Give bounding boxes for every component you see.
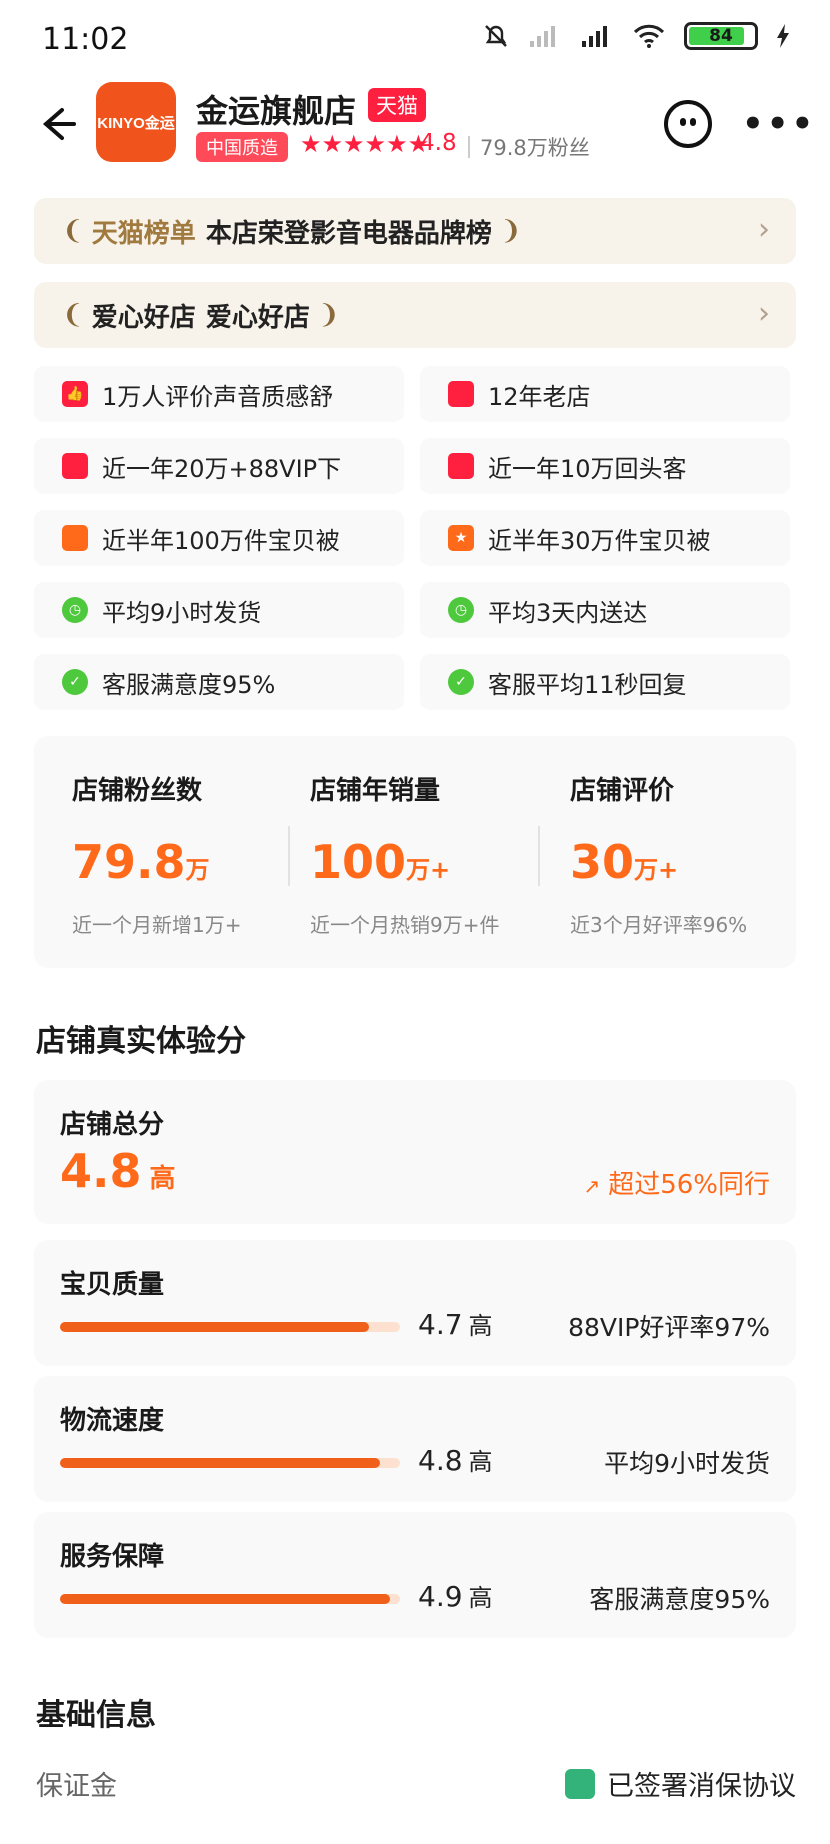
score-bar xyxy=(60,1458,400,1468)
battery-icon: 84 xyxy=(684,22,758,50)
shop-logo[interactable]: KINYO金运 xyxy=(96,82,176,162)
feature-item[interactable]: ✓ 客服平均11秒回复 xyxy=(420,654,790,710)
stat-fans[interactable]: 店铺粉丝数 79.8万 近一个月新增1万+ xyxy=(72,770,241,938)
tmall-ranking-banner[interactable]: ❨ 天猫榜单 本店荣登影音电器品牌榜 ❩ › xyxy=(34,198,796,264)
feature-item[interactable]: 👍 1万人评价声音质感舒 xyxy=(34,366,404,422)
shield-check-icon: ✓ xyxy=(448,669,474,695)
laurel-right-icon: ❩ xyxy=(317,300,340,330)
total-score-card[interactable]: 店铺总分 4.8 高 ↗ 超过56%同行 xyxy=(34,1080,796,1224)
shop-name[interactable]: 金运旗舰店 xyxy=(196,86,356,132)
deposit-row[interactable]: 保证金 已签署消保协议 xyxy=(36,1764,796,1804)
banner-prefix: 天猫榜单 xyxy=(91,218,196,249)
signal-off-icon xyxy=(530,26,555,47)
mute-bell-icon xyxy=(485,25,507,47)
metric-note: 88VIP好评率97% xyxy=(568,1313,770,1342)
feature-item[interactable]: 近半年100万件宝贝被 xyxy=(34,510,404,566)
rating-value: 4.8 xyxy=(420,130,457,156)
star-badge-icon: ★ xyxy=(448,525,474,551)
back-arrow-icon[interactable] xyxy=(32,102,76,146)
metric-score: 4.7 高 xyxy=(418,1308,493,1341)
metric-note: 平均9小时发货 xyxy=(604,1449,770,1478)
status-time: 11:02 xyxy=(42,22,129,57)
feature-item[interactable]: ✓ 客服满意度95% xyxy=(34,654,404,710)
metric-score: 4.8 高 xyxy=(418,1444,493,1477)
shop-header: KINYO金运 金运旗舰店 天猫 中国质造 ★★★★★★ 4.8 79.8万粉丝… xyxy=(0,80,830,190)
metric-score: 4.9 高 xyxy=(418,1580,493,1613)
customer-service-icon[interactable] xyxy=(664,100,712,148)
banner-prefix: 爱心好店 xyxy=(91,302,196,333)
chevron-right-icon: › xyxy=(758,296,770,331)
metric-note: 客服满意度95% xyxy=(589,1585,770,1614)
feature-item[interactable]: ◷ 平均3天内送达 xyxy=(420,582,790,638)
shopping-bag-icon xyxy=(62,453,88,479)
tmall-badge: 天猫 xyxy=(368,88,426,122)
rating-stars: ★★★★★★ xyxy=(300,130,430,158)
stat-value: 79.8万 xyxy=(72,835,210,889)
stat-sales[interactable]: 店铺年销量 100万+ 近一个月热销9万+件 xyxy=(310,770,499,938)
feature-item[interactable]: ◷ 平均9小时发货 xyxy=(34,582,404,638)
metric-service[interactable]: 服务保障 4.9 高 客服满意度95% xyxy=(34,1512,796,1638)
shop-stats-card: 店铺粉丝数 79.8万 近一个月新增1万+ 店铺年销量 100万+ 近一个月热销… xyxy=(34,736,796,968)
laurel-left-icon: ❨ xyxy=(62,300,84,330)
total-score-value: 4.8 高 xyxy=(60,1144,176,1198)
returning-user-icon xyxy=(448,453,474,479)
metric-quality[interactable]: 宝贝质量 4.7 高 88VIP好评率97% xyxy=(34,1240,796,1366)
charity-shop-banner[interactable]: ❨ 爱心好店 爱心好店 ❩ › xyxy=(34,282,796,348)
score-bar xyxy=(60,1594,400,1604)
banner-text: 本店荣登影音电器品牌榜 xyxy=(205,218,492,249)
more-icon[interactable]: ••• xyxy=(742,104,816,144)
shield-check-icon: ✓ xyxy=(62,669,88,695)
trend-up-icon: ↗ xyxy=(583,1174,601,1198)
clock-icon: ◷ xyxy=(62,597,88,623)
thumb-up-icon: 👍 xyxy=(62,381,88,407)
header-divider xyxy=(468,136,470,158)
clock-icon: ◷ xyxy=(448,597,474,623)
status-icons: 84 xyxy=(482,22,790,50)
feature-item[interactable]: ★ 近半年30万件宝贝被 xyxy=(420,510,790,566)
experience-title: 店铺真实体验分 xyxy=(36,1024,246,1059)
laurel-right-icon: ❩ xyxy=(499,216,522,246)
fans-count: 79.8万粉丝 xyxy=(480,136,590,160)
metric-logistics[interactable]: 物流速度 4.8 高 平均9小时发货 xyxy=(34,1376,796,1502)
status-bar: 11:02 84 xyxy=(0,0,830,80)
chevron-right-icon: › xyxy=(758,212,770,247)
feature-item[interactable]: 近一年10万回头客 xyxy=(420,438,790,494)
stat-divider xyxy=(288,826,290,886)
score-bar xyxy=(60,1322,400,1332)
stat-value: 30万+ xyxy=(570,835,679,889)
cart-icon xyxy=(62,525,88,551)
stat-reviews[interactable]: 店铺评价 30万+ 近3个月好评率96% xyxy=(570,770,747,938)
laurel-left-icon: ❨ xyxy=(62,216,84,246)
deposit-label: 保证金 xyxy=(36,1771,117,1802)
basic-info-title: 基础信息 xyxy=(36,1698,156,1733)
stat-value: 100万+ xyxy=(310,835,451,889)
wifi-icon xyxy=(633,24,665,48)
deposit-value: 已签署消保协议 xyxy=(565,1764,796,1803)
total-score-label: 店铺总分 xyxy=(60,1110,165,1140)
consumer-protection-icon xyxy=(565,1768,595,1799)
banner-text: 爱心好店 xyxy=(205,302,310,333)
quality-badge: 中国质造 xyxy=(196,132,288,162)
feature-item[interactable]: 12年老店 xyxy=(420,366,790,422)
peer-comparison: ↗ 超过56%同行 xyxy=(583,1170,770,1200)
signal-hd-icon xyxy=(582,26,607,47)
store-icon xyxy=(448,381,474,407)
feature-item[interactable]: 近一年20万+88VIP下 xyxy=(34,438,404,494)
charging-icon xyxy=(777,24,789,48)
stat-divider xyxy=(538,826,540,886)
